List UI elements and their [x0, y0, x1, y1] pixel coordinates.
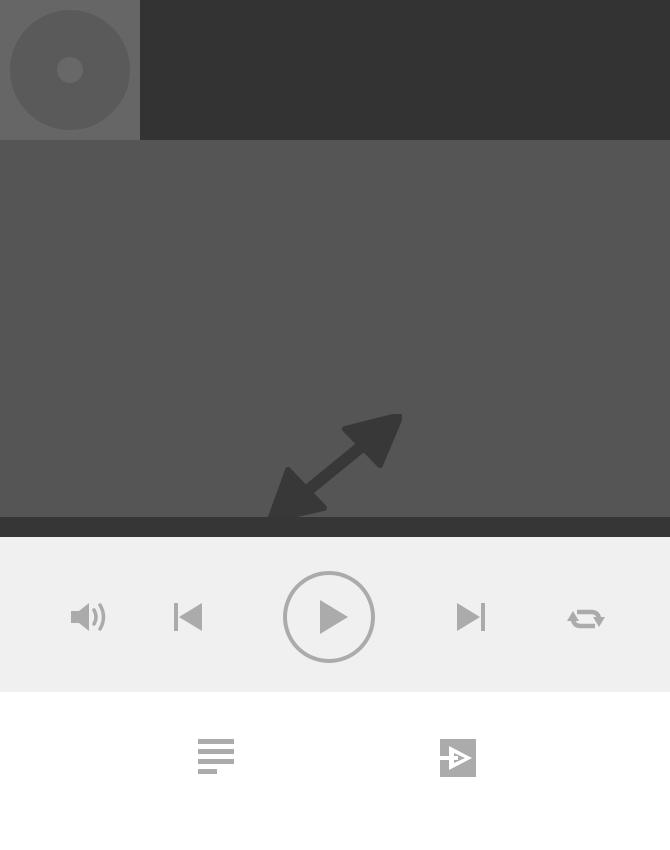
skip-previous-icon[interactable]: [170, 600, 206, 634]
volume-icon[interactable]: [68, 598, 112, 636]
disc-icon: [10, 10, 130, 130]
bottom-bar: [0, 692, 670, 850]
playlist-play-icon[interactable]: [439, 738, 477, 778]
playback-controls: [0, 537, 670, 692]
playlist-icon[interactable]: [196, 738, 236, 778]
play-icon[interactable]: [282, 570, 376, 664]
header-bar: [0, 0, 670, 140]
album-art: [0, 0, 140, 140]
fullscreen-expand-icon[interactable]: [268, 414, 402, 522]
video-area[interactable]: [0, 140, 670, 522]
progress-bar[interactable]: [0, 517, 670, 537]
repeat-icon[interactable]: [565, 603, 607, 635]
skip-next-icon[interactable]: [453, 600, 489, 634]
